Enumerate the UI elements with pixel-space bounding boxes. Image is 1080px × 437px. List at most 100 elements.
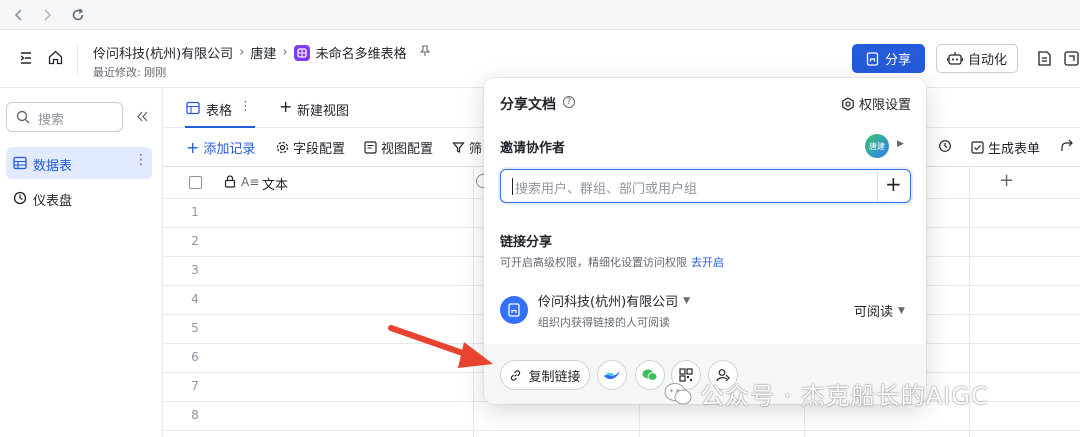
chevron-right-icon: › (239, 45, 245, 60)
header-divider (77, 44, 78, 74)
row-divider (163, 430, 1080, 431)
feishu-share-button[interactable] (597, 360, 627, 390)
feishu-icon (604, 371, 620, 380)
doc-info-icon[interactable] (1036, 50, 1053, 71)
search-placeholder: 搜索 (38, 113, 65, 128)
watermark: 公众号 · 杰克船长的AIGC (664, 376, 989, 411)
pin-icon[interactable] (419, 44, 431, 61)
browser-toolbar (0, 0, 1080, 30)
caret-down-icon: ▼ (683, 295, 691, 306)
permission-settings-button[interactable]: 权限设置 (841, 94, 911, 113)
share-toolbar-icon[interactable] (1060, 139, 1074, 157)
toggle-sidebar-icon[interactable] (18, 50, 34, 70)
org-desc: 组织内获得链接的人可阅读 (538, 316, 670, 329)
org-doc-icon (508, 303, 520, 317)
caret-right-icon[interactable]: ▶ (897, 139, 904, 149)
wechat-share-button[interactable] (635, 360, 665, 390)
sidebar-search-input[interactable]: 搜索 (6, 102, 123, 132)
breadcrumb-org[interactable]: 伶问科技(杭州)有限公司 (93, 43, 233, 62)
sidebar-item-dashboard[interactable]: 仪表盘 (33, 190, 72, 209)
input-divider (877, 170, 878, 202)
row-number: 7 (191, 379, 199, 393)
reload-icon[interactable] (69, 6, 87, 24)
row-number: 8 (191, 408, 199, 422)
last-modified: 最近修改: 刚刚 (93, 66, 167, 79)
history-icon[interactable] (938, 139, 952, 157)
tab-more-icon[interactable]: ⋮ (239, 99, 252, 114)
invite-label: 邀请协作者 (500, 141, 566, 156)
table-icon (13, 156, 27, 174)
sidebar-item-label: 数据表 (33, 159, 73, 174)
lock-icon (224, 175, 236, 192)
link-share-label: 链接分享 (500, 235, 553, 250)
row-number: 4 (191, 292, 199, 306)
active-tab-indicator (185, 126, 255, 128)
wechat-icon (642, 369, 658, 381)
bitable-icon (293, 44, 310, 61)
wechat-watermark-icon (664, 382, 692, 404)
forward-icon[interactable] (38, 6, 56, 24)
tab-grid-view[interactable]: 表格 (206, 100, 232, 119)
field-config-button[interactable]: 字段配置 (276, 138, 345, 157)
sidebar-item-datatable[interactable] (6, 147, 152, 179)
gear-icon (842, 96, 854, 111)
filter-icon (452, 141, 465, 153)
select-all-checkbox[interactable] (189, 176, 202, 189)
row-number: 2 (191, 234, 199, 248)
caret-down-icon: ▼ (898, 305, 905, 316)
share-label: 分享 (884, 53, 911, 68)
enable-link-button[interactable]: 去开启 (691, 254, 724, 270)
grid-view-icon (186, 101, 200, 119)
plus-icon: + (186, 137, 200, 157)
share-doc-icon (866, 51, 879, 66)
copy-link-button[interactable]: 复制链接 (500, 360, 590, 390)
invite-placeholder: 搜索用户、群组、部门或用户组 (515, 182, 698, 197)
row-number: 6 (191, 350, 199, 364)
invite-search-input[interactable]: 搜索用户、群组、部门或用户组 + (500, 169, 911, 203)
text-type-icon: A≡ (241, 175, 260, 189)
column-header-text[interactable]: 文本 (262, 174, 288, 193)
share-button[interactable]: 分享 (852, 44, 925, 73)
page-title[interactable]: 未命名多维表格 (316, 43, 407, 62)
back-icon[interactable] (10, 6, 28, 24)
view-config-button[interactable]: 视图配置 (364, 138, 433, 157)
home-icon[interactable] (47, 49, 64, 70)
chevron-right-icon: › (282, 45, 288, 60)
search-icon (16, 110, 30, 124)
org-scope-select[interactable]: 伶问科技(杭州)有限公司 ▼ (538, 291, 690, 310)
org-avatar (500, 296, 528, 324)
share-panel-title: 分享文档 (500, 97, 556, 113)
automation-button[interactable]: 自动化 (936, 44, 1018, 73)
dashboard-icon (13, 191, 27, 209)
form-icon (971, 140, 984, 154)
robot-icon (946, 52, 963, 65)
row-number: 3 (191, 263, 199, 277)
link-icon (511, 369, 521, 381)
add-record-button[interactable]: + 添加记录 (186, 137, 255, 157)
help-icon[interactable]: ? (563, 96, 575, 108)
view-config-icon (364, 140, 377, 154)
watermark-text: 公众号 · 杰克船长的AIGC (700, 382, 989, 410)
add-member-icon[interactable]: + (885, 172, 902, 196)
more-vertical-icon[interactable]: ⋮ (134, 153, 148, 167)
column-divider (473, 166, 474, 437)
plus-icon: + (279, 97, 293, 116)
row-number: 1 (191, 205, 199, 219)
avatar[interactable]: 唐建 (865, 134, 889, 158)
link-share-desc-row: 可开启高级权限，精细化设置访问权限 去开启 (500, 254, 724, 270)
generate-form-button[interactable]: 生成表单 (971, 138, 1040, 157)
permission-select[interactable]: 可阅读 ▼ (854, 301, 905, 320)
annotation-arrow (388, 325, 493, 368)
more-panel-icon[interactable] (1063, 50, 1080, 71)
gear-icon (276, 141, 289, 153)
collapse-sidebar-icon[interactable] (136, 110, 149, 127)
add-column-icon[interactable]: + (999, 170, 1014, 191)
filter-button[interactable]: 筛 (452, 138, 482, 157)
row-number: 5 (191, 321, 199, 335)
text-cursor (512, 178, 513, 195)
new-view-button[interactable]: 新建视图 (297, 100, 349, 119)
sidebar (0, 88, 163, 437)
breadcrumb: 伶问科技(杭州)有限公司 › 唐建 › 未命名多维表格 (93, 43, 431, 62)
automation-label: 自动化 (967, 53, 1007, 68)
breadcrumb-user[interactable]: 唐建 (250, 43, 276, 62)
